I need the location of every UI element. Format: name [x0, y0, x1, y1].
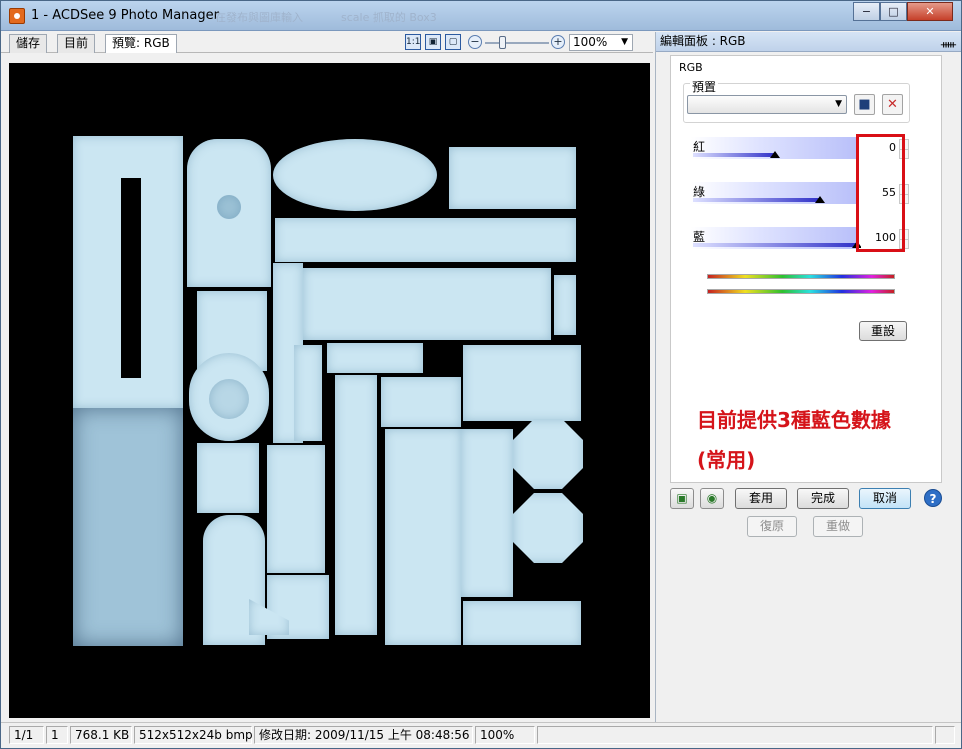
save-preset-button[interactable]: ■	[854, 94, 875, 115]
texture-island	[327, 343, 423, 373]
zoom-slider-thumb[interactable]	[499, 36, 506, 49]
slider-thumb[interactable]	[770, 151, 780, 158]
fit-window-icon[interactable]: ▣	[425, 34, 441, 50]
done-button[interactable]: 完成	[797, 488, 849, 509]
edit-panel-title: 編輯面板 : RGB	[660, 34, 746, 48]
texture-island	[513, 419, 583, 489]
compare-view-button[interactable]: ▣	[670, 488, 694, 509]
texture-island	[335, 375, 377, 635]
texture-island	[513, 493, 583, 563]
eye-icon: ◉	[706, 491, 718, 505]
delete-preset-button[interactable]: ✕	[882, 94, 903, 115]
texture-island	[267, 445, 325, 573]
edit-panel-header: 編輯面板 : RGB ᚔ	[656, 32, 961, 54]
texture-island	[461, 429, 513, 597]
texture-island	[554, 275, 576, 335]
help-button[interactable]: ?	[924, 489, 942, 507]
status-dimensions: 512x512x24b bmp	[134, 726, 253, 744]
reset-button[interactable]: 重設	[859, 321, 907, 341]
floppy-disk-icon: ■	[858, 97, 871, 112]
ghost-title-text: 在發布與圖庫輸入	[215, 11, 303, 24]
status-file-size: 768.1 KB	[70, 726, 132, 744]
window-title: 1 - ACDSee 9 Photo Manager	[31, 8, 219, 23]
slider-thumb[interactable]	[815, 196, 825, 203]
full-screen-icon[interactable]: ▢	[445, 34, 461, 50]
resize-grip[interactable]	[935, 726, 955, 744]
annotation-text: (常用)	[697, 448, 756, 472]
maximize-button[interactable]: □	[880, 2, 907, 21]
texture-island	[275, 218, 576, 262]
color-spectrum-bar	[707, 274, 895, 279]
redo-button[interactable]: 重做	[813, 516, 863, 537]
zoom-level-value: 100%	[573, 35, 608, 49]
status-bar: 1/1 1 768.1 KB 512x512x24b bmp 修改日期: 200…	[1, 722, 961, 748]
preset-select[interactable]: ▼	[687, 95, 847, 114]
undo-button[interactable]: 復原	[747, 516, 797, 537]
slider-fill	[693, 243, 857, 247]
status-empty	[537, 726, 933, 744]
texture-island	[385, 429, 461, 645]
chevron-down-icon: ▼	[835, 99, 842, 109]
chevron-down-icon: ▼	[621, 37, 628, 47]
section-title: RGB	[679, 61, 703, 74]
status-position: 1/1	[9, 726, 44, 744]
status-modified-date: 修改日期: 2009/11/15 上午 08:48:56	[254, 726, 473, 744]
tab-current[interactable]: 目前	[57, 34, 96, 53]
texture-island	[209, 379, 249, 419]
status-zoom: 100%	[475, 726, 535, 744]
status-index: 1	[46, 726, 68, 744]
texture-island	[197, 443, 259, 513]
actual-size-icon[interactable]: 1:1	[405, 34, 421, 50]
zoom-slider-track[interactable]	[485, 42, 549, 44]
texture-cutout	[121, 178, 141, 378]
annotation-text: 目前提供3種藍色數據	[697, 408, 891, 432]
color-spectrum-bar	[707, 289, 895, 294]
texture-island	[381, 377, 461, 427]
image-preview[interactable]	[9, 63, 650, 718]
slider-fill	[693, 153, 775, 157]
minimize-button[interactable]: −	[853, 2, 880, 21]
preview-toggle-button[interactable]: ◉	[700, 488, 724, 509]
close-button[interactable]: ✕	[907, 2, 953, 21]
apply-button[interactable]: 套用	[735, 488, 787, 509]
cancel-button[interactable]: 取消	[859, 488, 911, 509]
zoom-level-select[interactable]: 100% ▼	[569, 34, 633, 51]
app-window: 1 - ACDSee 9 Photo Manager 在發布與圖庫輸入 scal…	[0, 0, 962, 749]
editor-toolbar: 儲存 目前 預覽: RGB 1:1 ▣ ▢ − + 100% ▼	[1, 31, 653, 53]
pin-icon[interactable]: ᚔ	[941, 35, 956, 54]
texture-island	[273, 139, 437, 211]
edit-panel: 編輯面板 : RGB ᚔ RGB 預置 ▼ ■ ✕ 紅 0 綠 55 藍 100…	[655, 32, 961, 722]
annotation-highlight-box	[856, 134, 905, 252]
texture-island	[463, 601, 581, 645]
texture-island	[294, 345, 322, 441]
slider-fill	[693, 198, 820, 202]
tab-save[interactable]: 儲存	[9, 34, 48, 53]
rgb-panel-body: RGB 預置 ▼ ■ ✕ 紅 0 綠 55 藍 100 重設 目前提供3種藍色數…	[670, 55, 942, 483]
texture-island	[449, 147, 576, 209]
texture-island	[217, 195, 241, 219]
texture-island	[73, 408, 183, 646]
texture-island	[303, 268, 551, 340]
title-bar: 1 - ACDSee 9 Photo Manager 在發布與圖庫輸入 scal…	[1, 1, 961, 31]
window-controls: − □ ✕	[853, 2, 953, 22]
preset-group-label: 預置	[690, 78, 719, 95]
compare-icon: ▣	[676, 491, 688, 505]
tab-preview-rgb[interactable]: 預覽: RGB	[105, 34, 177, 53]
panel-scrollbar[interactable]	[942, 55, 948, 483]
ghost-title-text: scale 抓取的 Box3	[341, 11, 437, 24]
zoom-out-button[interactable]: −	[468, 35, 482, 49]
acdsee-app-icon[interactable]	[9, 8, 25, 24]
delete-x-icon: ✕	[887, 97, 898, 112]
zoom-in-button[interactable]: +	[551, 35, 565, 49]
texture-island	[463, 345, 581, 421]
